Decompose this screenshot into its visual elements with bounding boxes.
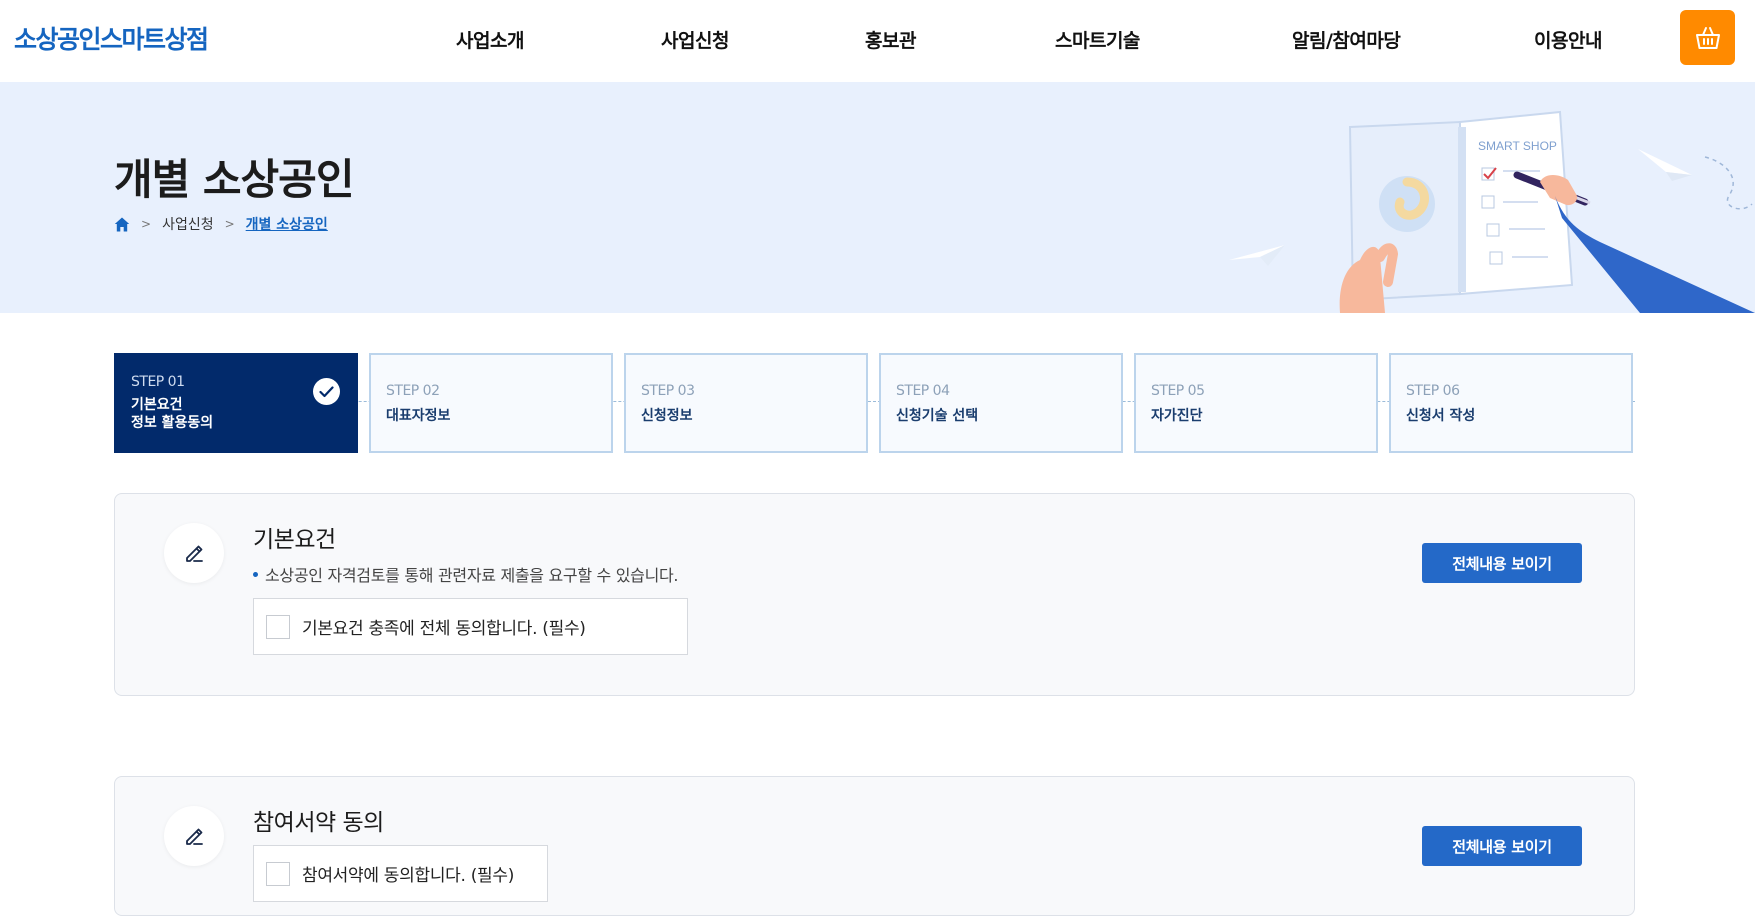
- breadcrumb-separator: >: [141, 217, 152, 231]
- site-header: 소상공인스마트상점 사업소개 사업신청 홍보관 스마트기술 알림/참여마당 이용…: [0, 0, 1755, 82]
- nav-item-smart-tech[interactable]: 스마트기술: [1055, 26, 1140, 53]
- breadcrumb-current[interactable]: 개별 소상공인: [246, 214, 328, 234]
- checkmark-icon: [319, 385, 334, 397]
- breadcrumb: > 사업신청 > 개별 소상공인: [114, 214, 328, 234]
- step-label: 신청기술 선택: [896, 408, 979, 424]
- step-label: 대표자정보: [386, 408, 451, 424]
- section-title: 기본요건: [253, 527, 336, 553]
- step-04[interactable]: STEP 04 신청기술 선택: [879, 353, 1123, 453]
- step-label: 자가진단: [1151, 408, 1203, 424]
- basic-requirements-section: 기본요건 소상공인 자격검토를 통해 관련자료 제출을 요구할 수 있습니다. …: [114, 493, 1635, 696]
- step-number: STEP 03: [641, 383, 695, 399]
- nav-item-business-intro[interactable]: 사업소개: [456, 26, 524, 53]
- step-number: STEP 04: [896, 383, 950, 399]
- step-02[interactable]: STEP 02 대표자정보: [369, 353, 613, 453]
- section-note-text: 소상공인 자격검토를 통해 관련자료 제출을 요구할 수 있습니다.: [265, 566, 679, 585]
- step-number: STEP 06: [1406, 383, 1460, 399]
- step-complete-badge: [313, 378, 340, 405]
- agree-checkbox[interactable]: [266, 614, 290, 639]
- hero-banner: 개별 소상공인 > 사업신청 > 개별 소상공인 SMART SHOP: [0, 82, 1755, 313]
- step-label-line: 기본요건: [131, 397, 183, 413]
- bullet-icon: [253, 572, 258, 577]
- step-number: STEP 01: [131, 374, 185, 390]
- cart-button[interactable]: [1680, 10, 1735, 65]
- agree-checkbox-label[interactable]: 기본요건 충족에 전체 동의합니다. (필수): [302, 614, 586, 639]
- step-label: 기본요건 정보 활용동의: [131, 396, 281, 432]
- step-05[interactable]: STEP 05 자가진단: [1134, 353, 1378, 453]
- view-full-content-button[interactable]: 전체내용 보이기: [1422, 543, 1582, 583]
- section-icon-badge: [164, 523, 224, 583]
- step-label: 신청서 작성: [1406, 408, 1476, 424]
- home-icon[interactable]: [114, 217, 130, 232]
- step-01[interactable]: STEP 01 기본요건 정보 활용동의: [114, 353, 358, 453]
- step-06[interactable]: STEP 06 신청서 작성: [1389, 353, 1633, 453]
- step-label: 신청정보: [641, 408, 693, 424]
- step-number: STEP 02: [386, 383, 440, 399]
- section-icon-badge: [164, 806, 224, 866]
- nav-item-promotion[interactable]: 홍보관: [865, 26, 916, 53]
- breadcrumb-separator: >: [224, 217, 235, 231]
- participation-pledge-section: 참여서약 동의 참여서약에 동의합니다. (필수) 전체내용 보이기: [114, 776, 1635, 916]
- section-note: 소상공인 자격검토를 통해 관련자료 제출을 요구할 수 있습니다.: [253, 562, 679, 586]
- nav-item-business-apply[interactable]: 사업신청: [661, 26, 729, 53]
- step-label-line: 정보 활용동의: [131, 415, 214, 431]
- nav-item-notice[interactable]: 알림/참여마당: [1292, 26, 1401, 53]
- nav-item-guide[interactable]: 이용안내: [1534, 26, 1602, 53]
- application-steps: STEP 01 기본요건 정보 활용동의 STEP 02 대표자정보 STEP …: [114, 353, 1635, 453]
- agree-all-basic-requirements[interactable]: 기본요건 충족에 전체 동의합니다. (필수): [253, 598, 688, 655]
- breadcrumb-item[interactable]: 사업신청: [162, 214, 214, 234]
- smart-shop-illustration: SMART SHOP: [1229, 110, 1755, 313]
- illustration-label: SMART SHOP: [1478, 139, 1557, 153]
- pencil-icon: [186, 545, 203, 562]
- step-number: STEP 05: [1151, 383, 1205, 399]
- page-title: 개별 소상공인: [114, 155, 354, 204]
- step-03[interactable]: STEP 03 신청정보: [624, 353, 868, 453]
- site-logo[interactable]: 소상공인스마트상점: [14, 20, 209, 56]
- view-full-content-button[interactable]: 전체내용 보이기: [1422, 826, 1582, 866]
- basket-icon: [1695, 26, 1720, 49]
- section-title: 참여서약 동의: [253, 810, 384, 836]
- pencil-icon: [186, 828, 203, 845]
